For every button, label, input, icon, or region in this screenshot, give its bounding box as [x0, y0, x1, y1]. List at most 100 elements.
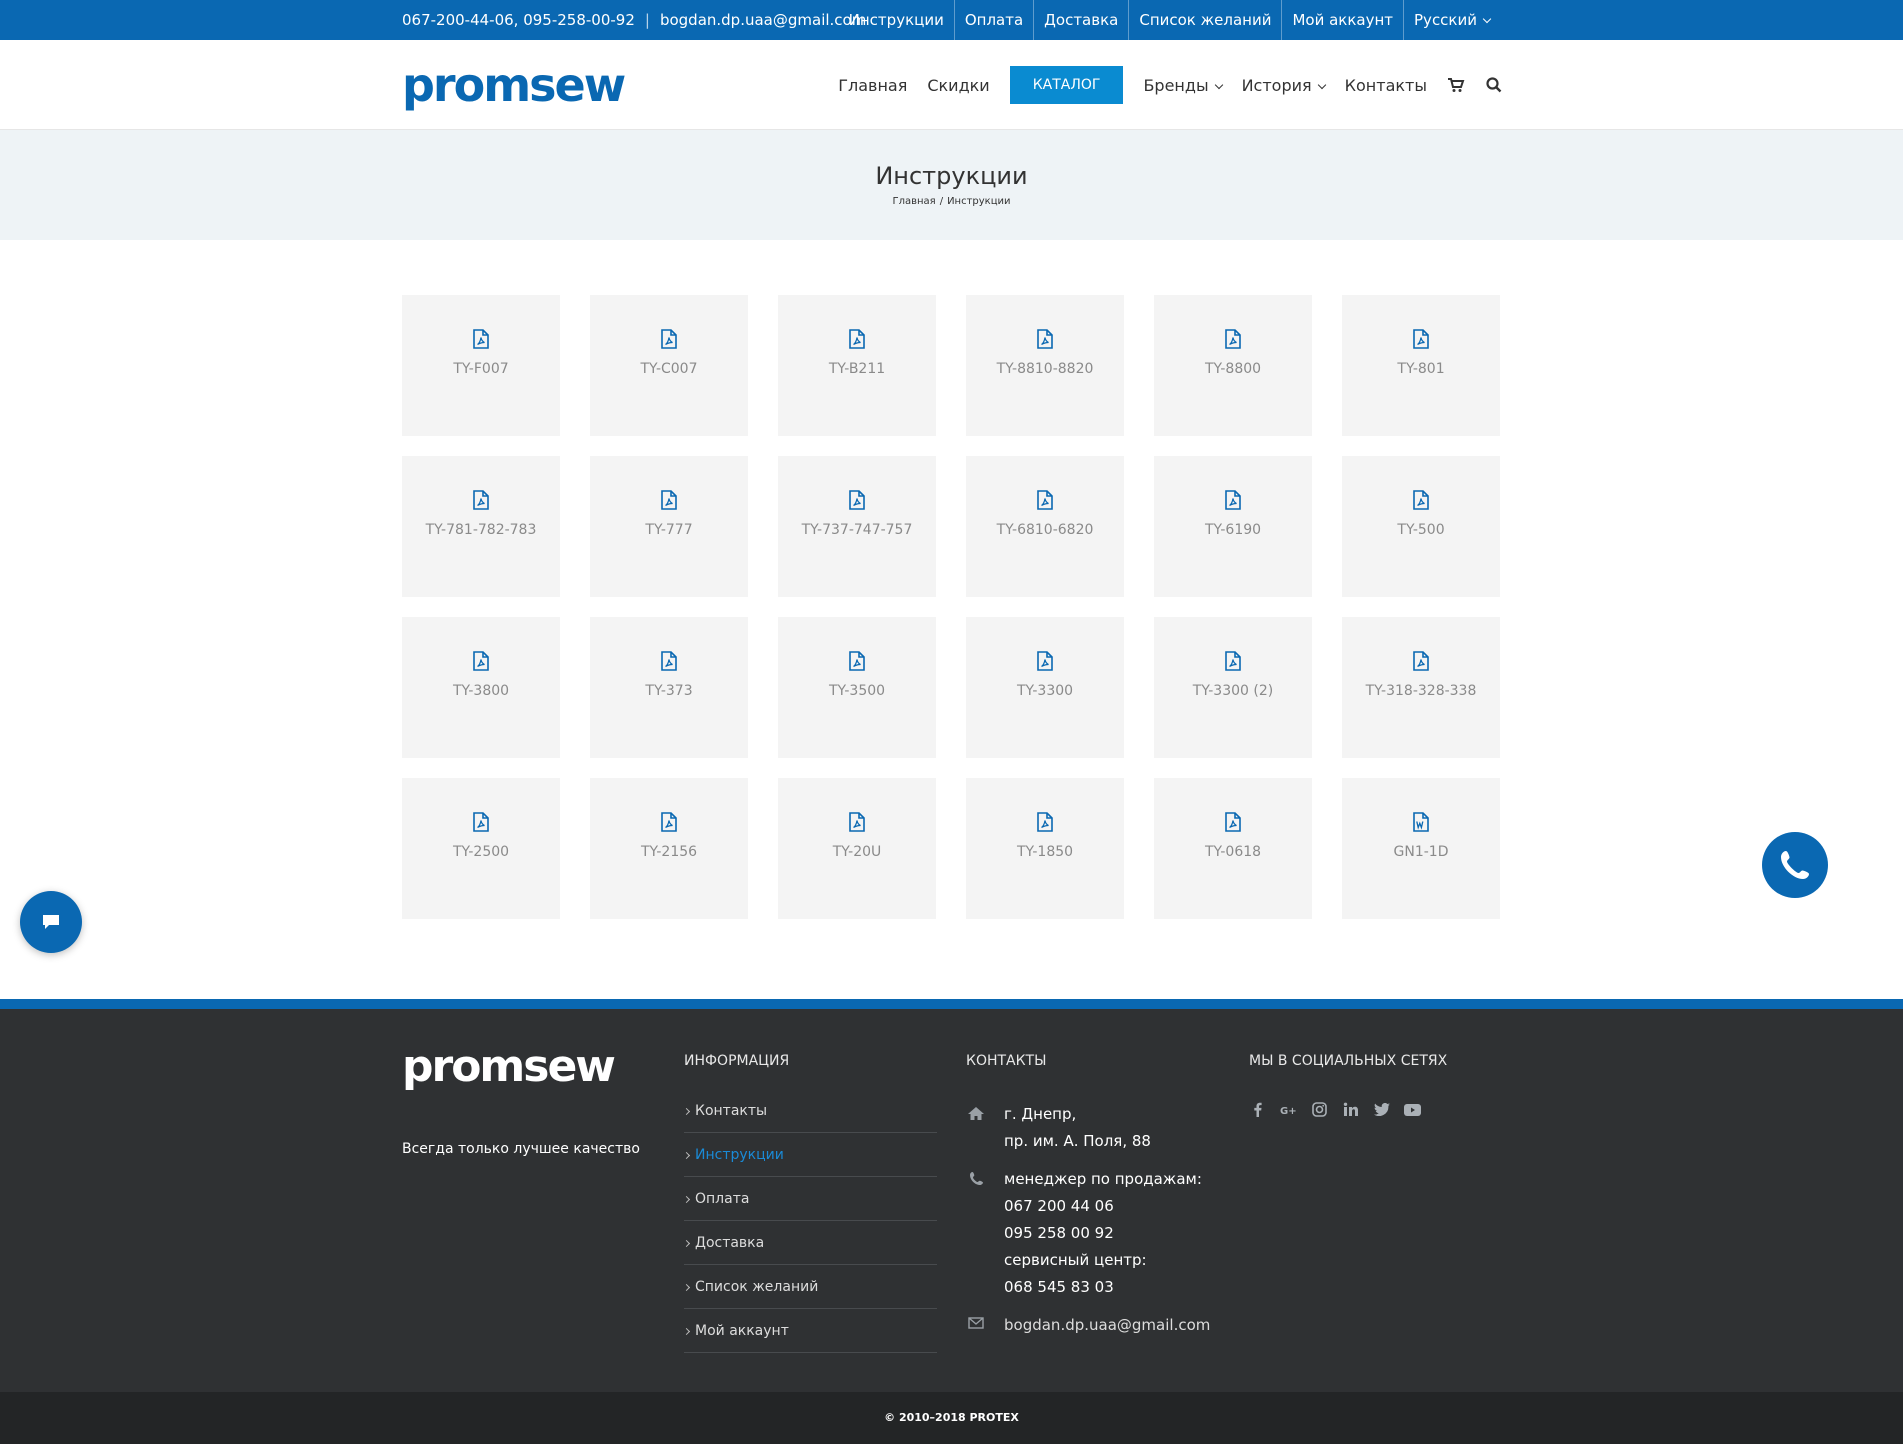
instagram-icon[interactable] — [1311, 1101, 1328, 1118]
footer-logo[interactable]: promsew — [402, 1045, 616, 1089]
document-card[interactable]: TY-0618 — [1154, 778, 1312, 919]
pdf-icon — [473, 329, 489, 349]
document-card[interactable]: TY-F007 — [402, 295, 560, 436]
pdf-icon — [661, 651, 677, 671]
nav-brands[interactable]: Бренды — [1143, 76, 1223, 95]
footer-link-label: Мой аккаунт — [695, 1323, 789, 1339]
top-menu: Инструкции Оплата Доставка Список желани… — [839, 0, 1500, 40]
document-name: TY-6810-6820 — [996, 522, 1094, 538]
home-icon — [968, 1107, 984, 1120]
document-card[interactable]: TY-B211 — [778, 295, 936, 436]
footer-info-links: Контакты Инструкции Оплата Доставка Спис… — [682, 1089, 937, 1353]
pdf-icon — [849, 651, 865, 671]
top-menu-account[interactable]: Мой аккаунт — [1281, 0, 1403, 40]
sales-phone-1[interactable]: 067 200 44 06 — [1004, 1193, 1202, 1220]
chevron-down-icon — [1482, 14, 1492, 24]
nav-history-label: История — [1241, 75, 1312, 95]
pdf-icon — [1225, 329, 1241, 349]
footer-info-heading: ИНФОРМАЦИЯ — [684, 1053, 790, 1069]
pdf-icon — [1225, 490, 1241, 510]
chevron-right-icon — [682, 1327, 691, 1336]
document-card[interactable]: TY-373 — [590, 617, 748, 758]
language-selector[interactable]: Русский — [1403, 0, 1500, 40]
service-center-label: сервисный центр: — [1004, 1251, 1147, 1269]
top-contacts-separator: | — [644, 11, 650, 29]
search-icon[interactable] — [1485, 76, 1503, 94]
footer-link-contacts[interactable]: Контакты — [682, 1089, 937, 1133]
nav-home[interactable]: Главная — [838, 76, 907, 95]
document-card[interactable]: TY-777 — [590, 456, 748, 597]
document-card[interactable]: TY-2156 — [590, 778, 748, 919]
footer-accent-line — [0, 999, 1903, 1009]
document-card[interactable]: TY-3300 — [966, 617, 1124, 758]
footer-link-account[interactable]: Мой аккаунт — [682, 1309, 937, 1353]
pdf-icon — [1225, 651, 1241, 671]
google-plus-icon[interactable]: G+ — [1280, 1101, 1297, 1118]
document-card[interactable]: TY-318-328-338 — [1342, 617, 1500, 758]
document-card[interactable]: TY-1850 — [966, 778, 1124, 919]
site-logo[interactable]: promsew — [402, 62, 626, 108]
document-card[interactable]: TY-8810-8820 — [966, 295, 1124, 436]
nav-contacts[interactable]: Контакты — [1345, 76, 1427, 95]
document-card[interactable]: TY-6810-6820 — [966, 456, 1124, 597]
envelope-icon — [968, 1317, 984, 1329]
breadcrumb-current: Инструкции — [947, 196, 1011, 207]
chat-button[interactable] — [20, 891, 82, 953]
footer-link-instructions[interactable]: Инструкции — [682, 1133, 937, 1177]
document-card[interactable]: TY-801 — [1342, 295, 1500, 436]
pdf-icon — [1037, 812, 1053, 832]
nav-catalog-button[interactable]: КАТАЛОГ — [1009, 66, 1124, 104]
top-menu-delivery[interactable]: Доставка — [1033, 0, 1128, 40]
twitter-icon[interactable] — [1373, 1101, 1390, 1118]
document-name: TY-2500 — [452, 844, 510, 860]
top-menu-wishlist[interactable]: Список желаний — [1128, 0, 1281, 40]
document-name: TY-1850 — [1016, 844, 1074, 860]
facebook-icon[interactable] — [1249, 1101, 1266, 1118]
service-phone[interactable]: 068 545 83 03 — [1004, 1274, 1202, 1301]
cart-icon[interactable] — [1447, 76, 1465, 94]
top-email[interactable]: bogdan.dp.uaa@gmail.com — [660, 0, 866, 40]
document-name: TY-20U — [832, 844, 882, 860]
document-card[interactable]: TY-500 — [1342, 456, 1500, 597]
document-card[interactable]: TY-8800 — [1154, 295, 1312, 436]
chevron-right-icon — [682, 1151, 691, 1160]
copyright-bar: © 2010–2018 PROTEX — [0, 1392, 1903, 1444]
pdf-icon — [473, 490, 489, 510]
main-nav: Главная Скидки КАТАЛОГ Бренды История Ко… — [838, 40, 1503, 130]
document-card[interactable]: TY-781-782-783 — [402, 456, 560, 597]
call-button[interactable] — [1762, 832, 1828, 898]
page: 067-200-44-06, 095-258-00-92 | bogdan.dp… — [0, 0, 1903, 1444]
breadcrumb-home[interactable]: Главная — [892, 196, 935, 207]
document-card[interactable]: TY-C007 — [590, 295, 748, 436]
address-line-2: пр. им. А. Поля, 88 — [1004, 1132, 1151, 1150]
pdf-icon — [661, 329, 677, 349]
page-title: Инструкции — [875, 162, 1028, 190]
youtube-icon[interactable] — [1404, 1101, 1421, 1118]
top-menu-payment[interactable]: Оплата — [953, 0, 1033, 40]
footer-link-delivery[interactable]: Доставка — [682, 1221, 937, 1265]
sales-phone-2[interactable]: 095 258 00 92 — [1004, 1220, 1202, 1247]
chevron-down-icon — [1214, 80, 1223, 89]
footer-link-payment[interactable]: Оплата — [682, 1177, 937, 1221]
social-links: G+ — [1249, 1101, 1421, 1118]
document-card[interactable]: TY-3500 — [778, 617, 936, 758]
nav-sales[interactable]: Скидки — [927, 76, 989, 95]
document-card[interactable]: TY-737-747-757 — [778, 456, 936, 597]
document-card[interactable]: TY-20U — [778, 778, 936, 919]
document-card[interactable]: TY-3300 (2) — [1154, 617, 1312, 758]
document-card[interactable]: TY-3800 — [402, 617, 560, 758]
document-card[interactable]: TY-2500 — [402, 778, 560, 919]
document-name: TY-3300 — [1016, 683, 1074, 699]
top-menu-instructions[interactable]: Инструкции — [839, 0, 954, 40]
footer-link-label: Доставка — [695, 1235, 765, 1251]
footer-email[interactable]: bogdan.dp.uaa@gmail.com — [1004, 1312, 1210, 1339]
footer-email-row: bogdan.dp.uaa@gmail.com — [966, 1312, 1226, 1339]
pdf-icon — [1413, 651, 1429, 671]
document-name: TY-500 — [1397, 522, 1445, 538]
linkedin-icon[interactable] — [1342, 1101, 1359, 1118]
footer-link-wishlist[interactable]: Список желаний — [682, 1265, 937, 1309]
document-card[interactable]: GN1-1D — [1342, 778, 1500, 919]
nav-history[interactable]: История — [1241, 75, 1326, 95]
document-card[interactable]: TY-6190 — [1154, 456, 1312, 597]
pdf-icon — [661, 490, 677, 510]
